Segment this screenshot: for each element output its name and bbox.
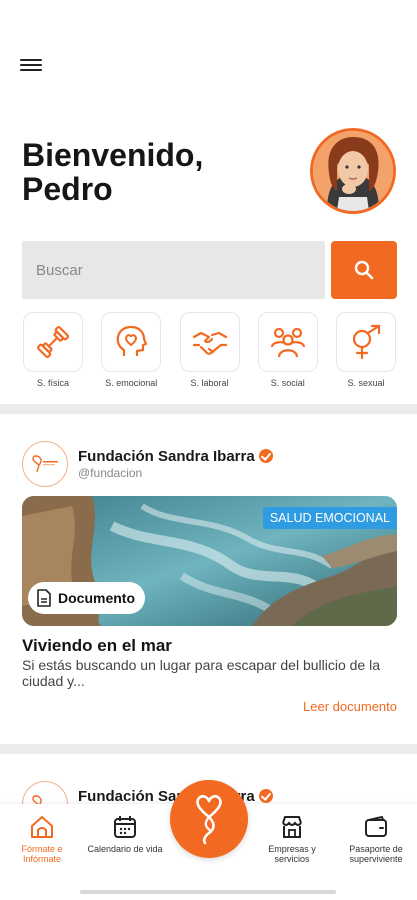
avatar[interactable] — [310, 128, 396, 214]
nav-label: Fórmate e Infórmate — [21, 844, 63, 864]
section-divider — [0, 744, 417, 754]
people-icon — [270, 327, 305, 358]
search-input[interactable] — [36, 261, 325, 279]
store-icon — [282, 816, 302, 838]
category-social[interactable]: S. social — [257, 312, 319, 388]
nav-pasaporte-superviviente[interactable]: Pasaporte de superviviente — [336, 814, 416, 864]
category-label: S. emocional — [105, 378, 158, 388]
organization-logo — [22, 441, 68, 487]
category-laboral[interactable]: S. laboral — [179, 312, 241, 388]
read-document-link[interactable]: Leer documento — [303, 699, 397, 714]
nav-label: Calendario de vida — [87, 844, 163, 854]
nav-calendario-de-vida[interactable]: Calendario de vida — [85, 814, 165, 854]
search-button[interactable] — [331, 241, 397, 299]
organization-name: Fundación Sandra Ibarra — [78, 448, 273, 465]
verified-badge-icon — [258, 789, 273, 803]
greeting-user-name: Pedro — [22, 171, 113, 207]
post-author[interactable]: Fundación Sandra Ibarra @fundacion — [22, 441, 397, 489]
handshake-icon — [192, 331, 227, 355]
section-divider — [0, 404, 417, 414]
home-indicator — [80, 890, 336, 894]
nav-formate-informate[interactable]: Fórmate e Infórmate — [2, 814, 82, 864]
category-list: S. física S. emocional S. laboral S. soc… — [22, 312, 397, 388]
welcome-heading: Bienvenido, Pedro — [22, 138, 282, 206]
category-fisica[interactable]: S. física — [22, 312, 84, 388]
greeting-line-1: Bienvenido, — [22, 137, 204, 173]
category-emocional[interactable]: S. emocional — [100, 312, 162, 388]
gender-icon — [352, 324, 381, 360]
home-icon — [31, 816, 53, 838]
nav-empresas-servicios[interactable]: Empresas y servicios — [252, 814, 332, 864]
post-title[interactable]: Viviendo en el mar — [22, 636, 172, 656]
category-sexual[interactable]: S. sexual — [335, 312, 397, 388]
search-field[interactable] — [22, 241, 325, 299]
foundation-logo-icon — [32, 455, 58, 473]
category-tag: SALUD EMOCIONAL — [262, 507, 397, 529]
dumbbell-icon — [36, 325, 70, 359]
category-label: S. laboral — [190, 378, 229, 388]
menu-button[interactable] — [20, 56, 42, 74]
content-type-badge: Documento — [28, 582, 145, 614]
category-label: S. física — [36, 378, 69, 388]
main-action-button[interactable] — [170, 780, 248, 858]
nav-label: Pasaporte de superviviente — [349, 844, 403, 864]
category-label: S. sexual — [347, 378, 385, 388]
head-heart-icon — [116, 325, 148, 356]
organization-handle: @fundacion — [78, 466, 143, 480]
calendar-icon — [114, 816, 136, 838]
ribbon-heart-icon — [196, 795, 222, 845]
wallet-icon — [365, 816, 387, 837]
hamburger-menu-icon — [20, 59, 42, 61]
nav-label: Empresas y servicios — [268, 844, 316, 864]
category-label: S. social — [270, 378, 305, 388]
verified-badge-icon — [258, 449, 273, 463]
post-excerpt: Si estás buscando un lugar para escapar … — [22, 657, 381, 689]
document-icon — [37, 589, 51, 607]
user-avatar-illustration — [313, 131, 393, 211]
search-icon — [354, 260, 374, 280]
post-cover-image[interactable]: SALUD EMOCIONAL Documento — [22, 496, 397, 626]
